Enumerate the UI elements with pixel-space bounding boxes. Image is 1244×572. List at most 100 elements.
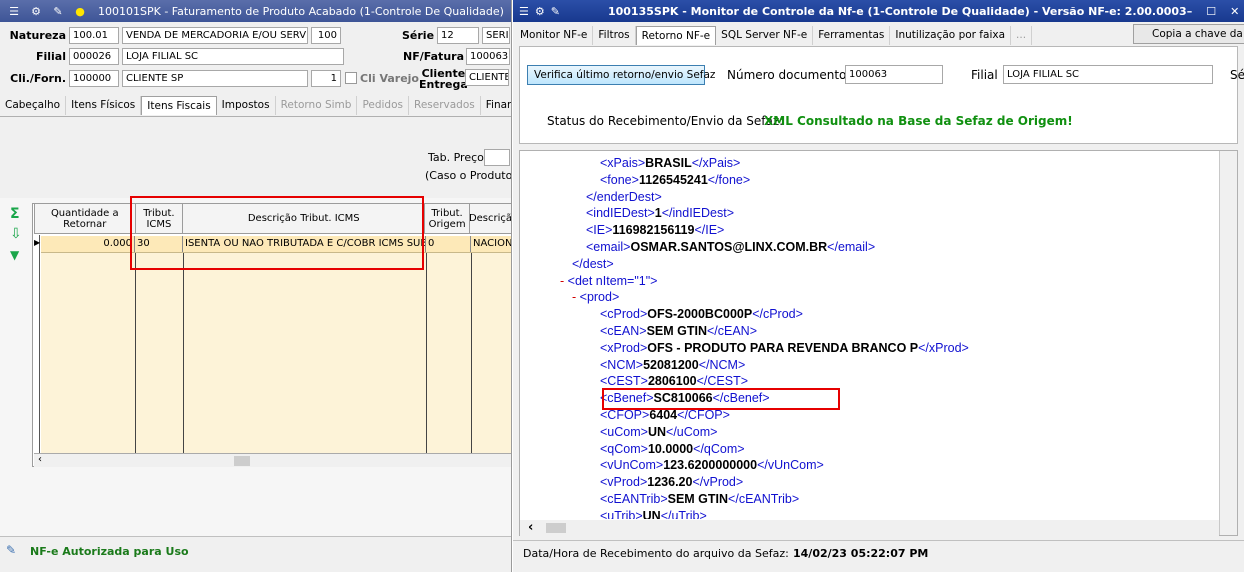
- xml-line: <xProd>OFS - PRODUTO PARA REVENDA BRANCO…: [600, 340, 969, 356]
- tab-ferramentas[interactable]: Ferramentas: [813, 26, 891, 45]
- cell-descricao-tribut-icms[interactable]: ISENTA OU NAO TRIBUTADA E C/COBR ICMS SU…: [183, 236, 426, 252]
- tab-more[interactable]: ...: [1011, 26, 1033, 45]
- close-icon[interactable]: ✕: [1230, 5, 1239, 18]
- tab-financeiro[interactable]: Finance: [481, 96, 511, 115]
- serie-field[interactable]: 12: [437, 26, 479, 44]
- right-tabs: Monitor NF-e Filtros Retorno NF-e SQL Se…: [515, 26, 1033, 45]
- natureza-num-field[interactable]: 100: [311, 26, 341, 44]
- nf-fatura-field[interactable]: 100063: [466, 47, 510, 65]
- xml-line: <uTrib>UN</uTrib>: [600, 508, 707, 519]
- filter-icon[interactable]: ▼: [10, 248, 19, 262]
- xml-value: 123.6200000000: [663, 458, 758, 473]
- nf-fatura-label: NF/Fatura: [403, 49, 464, 63]
- col-tribut-icms[interactable]: Tribut. ICMS: [136, 204, 184, 233]
- tab-retorno-simb[interactable]: Retorno Simb: [276, 96, 358, 115]
- xml-line: <email>OSMAR.SANTOS@LINX.COM.BR</email>: [586, 239, 875, 255]
- xml-open-tag: <NCM>: [600, 357, 644, 372]
- xml-value: 1126545241: [638, 172, 708, 187]
- col-descricao-origem[interactable]: Descriçã: [469, 204, 511, 233]
- tab-impostos[interactable]: Impostos: [217, 96, 276, 115]
- scroll-thumb[interactable]: [234, 456, 250, 466]
- status-value: XML Consultado na Base da Sefaz de Orige…: [764, 114, 1073, 128]
- xml-line: <cEANTrib>SEM GTIN</cEANTrib>: [600, 491, 799, 507]
- tab-filtros[interactable]: Filtros: [593, 26, 636, 45]
- sum-icon[interactable]: Σ: [10, 206, 20, 222]
- xml-close-tag: </uCom>: [666, 424, 718, 439]
- scroll-left-icon[interactable]: ‹: [528, 520, 533, 535]
- tab-pedidos[interactable]: Pedidos: [357, 96, 409, 115]
- xml-line: <cEAN>SEM GTIN</cEAN>: [600, 323, 757, 339]
- xml-open-tag: <email>: [586, 240, 631, 254]
- horizontal-scrollbar[interactable]: ‹: [34, 453, 511, 467]
- verify-sefaz-button[interactable]: Verifica último retorno/envio Sefaz: [527, 65, 715, 85]
- natureza-code-field[interactable]: 100.01: [69, 26, 119, 44]
- xml-open-tag: <xPais>: [600, 156, 646, 170]
- cli-varejo-checkbox[interactable]: [345, 72, 357, 84]
- cli-num-field[interactable]: 1: [311, 69, 341, 87]
- lightbulb-icon[interactable]: ●: [72, 3, 88, 19]
- menu-icon[interactable]: ☰: [519, 3, 529, 19]
- xml-horizontal-scrollbar[interactable]: ‹: [520, 520, 1219, 536]
- tab-itens-fiscais[interactable]: Itens Fiscais: [141, 96, 217, 115]
- cell-tribut-icms[interactable]: 30: [135, 236, 183, 252]
- xml-open-tag: <CFOP>: [600, 408, 650, 422]
- natureza-label: Natureza: [9, 28, 66, 42]
- wrench-icon[interactable]: ✎: [551, 3, 560, 19]
- export-icon[interactable]: ⇩: [10, 226, 22, 242]
- natureza-desc-field[interactable]: VENDA DE MERCADORIA E/OU SERVI: [122, 26, 308, 44]
- xml-line: <NCM>52081200</NCM>: [600, 357, 745, 373]
- cell-quantidade[interactable]: 0.000: [41, 236, 135, 252]
- xml-close-tag: </xPais>: [691, 156, 741, 170]
- status-edit-icon: ✎: [6, 543, 17, 557]
- cli-code-field[interactable]: 100000: [69, 69, 119, 87]
- cliente-entrega-field[interactable]: CLIENTE: [465, 69, 509, 86]
- filial-field-right[interactable]: LOJA FILIAL SC: [1003, 65, 1213, 84]
- tab-inutilizacao[interactable]: Inutilização por faixa: [890, 26, 1012, 45]
- filial-name-field[interactable]: LOJA FILIAL SC: [122, 47, 344, 65]
- cell-descricao-origem[interactable]: NACION: [471, 236, 511, 252]
- serie-extra-field[interactable]: SERI: [482, 26, 510, 44]
- col-descricao-tribut-icms[interactable]: Descrição Tribut. ICMS: [183, 204, 426, 233]
- scroll-thumb[interactable]: [546, 523, 566, 533]
- tab-monitor-nfe[interactable]: Monitor NF-e: [515, 26, 594, 45]
- xml-value: 52081200: [643, 357, 699, 372]
- tab-itens-fisicos[interactable]: Itens Físicos: [66, 96, 142, 115]
- copy-key-button[interactable]: Copia a chave da N: [1133, 24, 1244, 44]
- xml-value: 10.0000: [647, 441, 694, 456]
- xml-line: <CEST>2806100</CEST>: [600, 373, 748, 389]
- xml-value: UN: [647, 424, 667, 439]
- settings-icon[interactable]: ⚙: [28, 3, 44, 19]
- footer-label: Data/Hora de Recebimento do arquivo da S…: [523, 547, 789, 560]
- xml-close-tag: </NCM>: [698, 357, 746, 372]
- menu-icon[interactable]: ☰: [6, 3, 22, 19]
- tab-cabecalho[interactable]: Cabeçalho: [0, 96, 67, 115]
- table-row[interactable]: 0.000 30 ISENTA OU NAO TRIBUTADA E C/COB…: [41, 236, 511, 253]
- tab-preco-field[interactable]: [484, 149, 510, 166]
- minimize-icon[interactable]: –: [1187, 5, 1193, 18]
- xml-value: 2806100: [647, 374, 697, 389]
- tab-sql-server-nfe[interactable]: SQL Server NF-e: [716, 26, 814, 45]
- xml-open-tag: <vUnCom>: [600, 458, 664, 473]
- settings-icon[interactable]: ⚙: [535, 3, 545, 19]
- cell-tribut-origem[interactable]: 0: [426, 236, 471, 252]
- collapse-marker[interactable]: -: [572, 290, 580, 304]
- col-quantidade[interactable]: Quantidade a Retornar: [35, 204, 136, 233]
- numdoc-field[interactable]: 100063: [845, 65, 943, 84]
- tab-reservados[interactable]: Reservados: [409, 96, 481, 115]
- xml-line: <fone>1126545241</fone>: [600, 172, 750, 188]
- xml-close-tag: </IE>: [694, 223, 725, 238]
- filial-code-field[interactable]: 000026: [69, 47, 119, 65]
- cli-name-field[interactable]: CLIENTE SP: [122, 69, 308, 87]
- xml-open-tag: <uTrib>: [600, 508, 643, 519]
- scroll-left-icon[interactable]: ‹: [38, 454, 42, 465]
- wrench-icon[interactable]: ✎: [50, 3, 66, 19]
- tab-retorno-nfe[interactable]: Retorno NF-e: [635, 26, 717, 45]
- collapse-marker[interactable]: -: [560, 274, 568, 288]
- xml-vertical-scrollbar[interactable]: [1219, 151, 1237, 535]
- maximize-icon[interactable]: ☐: [1206, 5, 1216, 18]
- col-tribut-origem[interactable]: Tribut. Origem: [425, 204, 470, 233]
- xml-tag: </enderDest>: [586, 189, 662, 204]
- xml-viewer[interactable]: <xPais>BRASIL</xPais> <fone>1126545241</f…: [520, 152, 1217, 519]
- xml-tag: <prod>: [579, 290, 620, 305]
- xml-open-tag: <cProd>: [600, 307, 648, 322]
